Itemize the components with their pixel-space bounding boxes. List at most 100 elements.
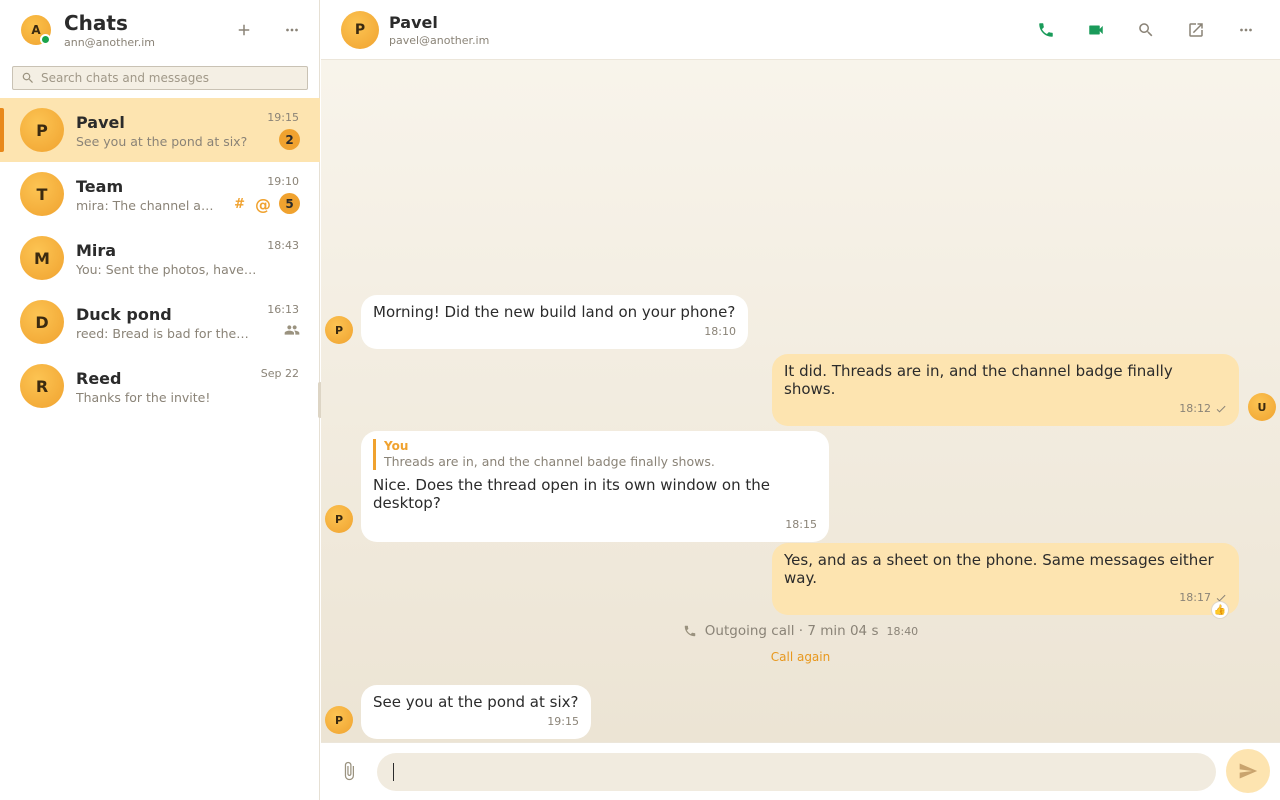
message-bubble-incoming[interactable]: Morning! Did the new build land on your …	[361, 295, 748, 349]
chat-preview: Thanks for the invite!	[76, 390, 211, 405]
sidebar: A Chats ann@another.im P Pavel See you a…	[0, 0, 322, 800]
reaction-button[interactable]: 👍	[1211, 601, 1229, 619]
voice-call-button[interactable]	[1032, 16, 1060, 44]
at-icon: @	[255, 195, 271, 214]
avatar: P	[20, 108, 64, 152]
conversation-pane: P Pavel pavel@another.im P Morning! Did …	[321, 0, 1280, 800]
message-text: Nice. Does the thread open in its own wi…	[373, 476, 771, 512]
chat-preview: See you at the pond at six?	[76, 134, 248, 149]
avatar: T	[20, 172, 64, 216]
message-input-box[interactable]	[377, 753, 1216, 791]
send-icon	[1239, 763, 1258, 779]
quote-text: Threads are in, and the channel badge fi…	[384, 454, 715, 469]
sidebar-header: A Chats ann@another.im	[0, 0, 320, 60]
search-box[interactable]	[12, 66, 308, 90]
chat-time: 19:15	[267, 111, 299, 124]
video-call-button[interactable]	[1082, 16, 1110, 44]
sidebar-title: Chats	[64, 11, 128, 35]
message-text: See you at the pond at six?	[373, 693, 579, 711]
avatar: R	[20, 364, 64, 408]
text-caret	[393, 763, 394, 781]
sender-avatar: P	[325, 316, 353, 344]
search-input[interactable]	[41, 71, 291, 85]
message-text: Morning! Did the new build land on your …	[373, 303, 736, 321]
phone-icon	[684, 625, 696, 637]
conversation-header: P Pavel pavel@another.im	[321, 0, 1280, 60]
call-again-link[interactable]: Call again	[321, 650, 1280, 664]
chat-name: Team	[76, 177, 124, 196]
chat-preview: You: Sent the photos, have ...	[76, 262, 258, 277]
chat-item-mira[interactable]: M Mira You: Sent the photos, have ... 18…	[0, 226, 320, 290]
message-meta: 18:12	[784, 400, 1227, 418]
unread-badge: 2	[279, 129, 300, 150]
call-time: 18:40	[886, 624, 919, 638]
message-meta: 18:17	[784, 589, 1227, 607]
message-list: P Morning! Did the new build land on you…	[321, 60, 1280, 742]
message-input[interactable]	[393, 763, 1200, 781]
message-meta: 18:10	[373, 323, 736, 341]
more-icon	[286, 28, 298, 32]
message-bubble-outgoing[interactable]: Yes, and as a sheet on the phone. Same m…	[772, 543, 1239, 615]
message-text: Yes, and as a sheet on the phone. Same m…	[784, 551, 1214, 587]
message-meta: 18:15	[373, 516, 817, 534]
send-button[interactable]	[1226, 749, 1270, 793]
message-time: 18:10	[704, 325, 736, 338]
attach-button[interactable]	[337, 757, 361, 785]
avatar: D	[20, 300, 64, 344]
message-bubble-incoming[interactable]: See you at the pond at six? 19:15	[361, 685, 591, 739]
account-email: ann@another.im	[64, 36, 155, 49]
chat-name: Reed	[76, 369, 122, 388]
message-composer	[321, 742, 1280, 800]
avatar: M	[20, 236, 64, 280]
contact-name[interactable]: Pavel	[389, 13, 438, 32]
conversation-menu-button[interactable]	[1232, 16, 1260, 44]
open-window-icon	[1189, 23, 1203, 37]
message-text: It did. Threads are in, and the channel …	[784, 362, 1173, 398]
online-status-dot	[40, 34, 51, 45]
chat-time: 18:43	[267, 239, 299, 252]
contact-avatar[interactable]: P	[341, 11, 379, 49]
quoted-reply[interactable]: You Threads are in, and the channel badg…	[373, 439, 817, 470]
chat-item-duck-pond[interactable]: D Duck pond reed: Bread is bad for them.…	[0, 290, 320, 354]
chat-name: Mira	[76, 241, 117, 260]
chat-time: 16:13	[267, 303, 299, 316]
sender-avatar: P	[325, 505, 353, 533]
hash-icon: #	[234, 197, 245, 212]
message-time: 19:15	[547, 715, 579, 728]
new-chat-button[interactable]	[230, 16, 258, 44]
chat-preview: mira: The channel are...	[76, 198, 216, 213]
open-in-window-button[interactable]	[1182, 16, 1210, 44]
more-icon	[1240, 28, 1252, 32]
sidebar-menu-button[interactable]	[278, 16, 306, 44]
chat-item-team[interactable]: T Team mira: The channel are... 19:10 # …	[0, 162, 320, 226]
chat-preview: reed: Bread is bad for them...	[76, 326, 256, 341]
chat-time: Sep 22	[260, 367, 299, 380]
message-bubble-incoming[interactable]: You Threads are in, and the channel badg…	[361, 431, 829, 542]
plus-icon	[238, 24, 250, 36]
sender-avatar: P	[325, 706, 353, 734]
message-time: 18:12	[1179, 402, 1211, 415]
unread-badge: 5	[279, 193, 300, 214]
chat-item-reed[interactable]: R Reed Thanks for the invite! Sep 22	[0, 354, 320, 418]
call-event: Outgoing call · 7 min 04 s 18:40	[321, 623, 1280, 639]
call-label: Outgoing call · 7 min 04 s	[704, 623, 879, 639]
message-meta: 19:15	[373, 713, 579, 731]
chat-list: P Pavel See you at the pond at six? 19:1…	[0, 98, 320, 418]
chat-item-pavel[interactable]: P Pavel See you at the pond at six? 19:1…	[0, 98, 320, 162]
search-icon	[1139, 23, 1153, 37]
search-icon	[22, 72, 33, 83]
own-avatar: U	[1248, 393, 1276, 421]
phone-icon	[1039, 23, 1053, 37]
paperclip-icon	[344, 761, 354, 781]
search-conversation-button[interactable]	[1132, 16, 1160, 44]
check-icon	[1216, 405, 1226, 413]
chat-name: Duck pond	[76, 305, 172, 324]
chat-time: 19:10	[267, 175, 299, 188]
video-icon	[1089, 25, 1103, 35]
contact-address: pavel@another.im	[389, 34, 490, 47]
message-bubble-outgoing[interactable]: It did. Threads are in, and the channel …	[772, 354, 1239, 426]
message-time: 18:17	[1179, 591, 1211, 604]
chat-name: Pavel	[76, 113, 125, 132]
group-icon	[284, 325, 300, 335]
quote-author: You	[384, 439, 409, 453]
